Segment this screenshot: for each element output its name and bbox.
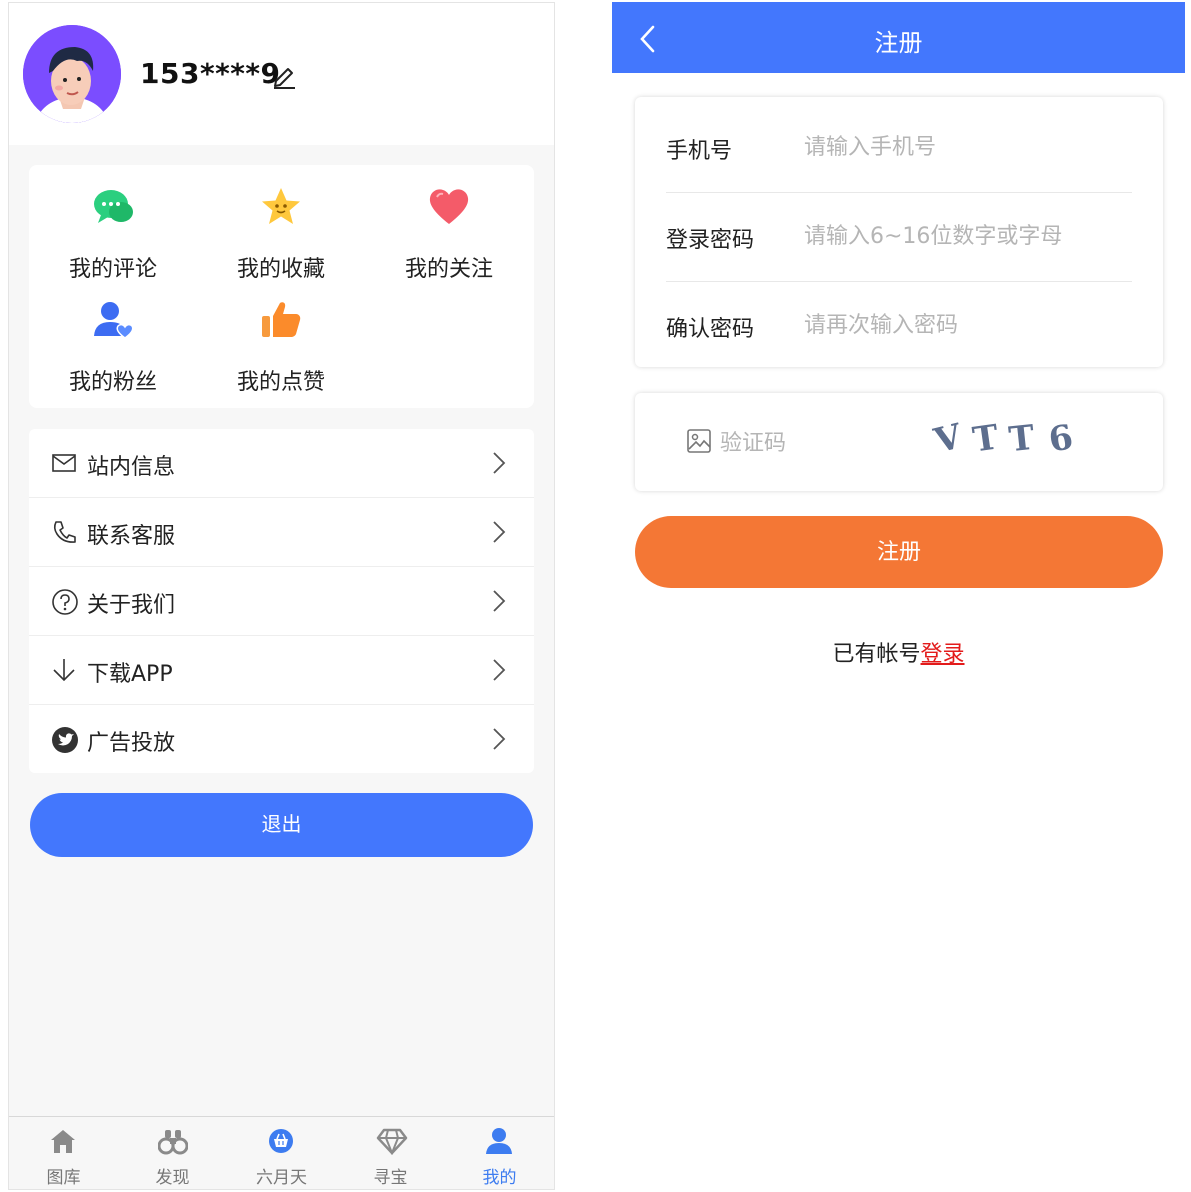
logout-button[interactable]: 退出 — [30, 793, 533, 857]
chat-bubbles-icon — [94, 190, 133, 223]
nav-bar: 注册 — [612, 2, 1185, 73]
confirm-password-row: 确认密码 — [666, 283, 1132, 371]
tab-discover[interactable]: 发现 — [118, 1117, 227, 1189]
login-prompt: 已有帐号登录 — [612, 636, 1185, 668]
shortcut-label: 我的粉丝 — [68, 370, 157, 395]
chevron-right-icon — [491, 658, 507, 686]
captcha-char: V — [930, 416, 966, 462]
menu-item-advertising[interactable]: 广告投放 — [29, 705, 534, 774]
star-icon — [262, 188, 300, 224]
menu-item-about-us[interactable]: 关于我们 — [29, 567, 534, 636]
register-form: 手机号 登录密码 确认密码 — [635, 97, 1163, 367]
confirm-password-label: 确认密码 — [666, 317, 755, 342]
phone-icon — [51, 519, 77, 549]
shortcut-my-likes[interactable]: 我的点赞 — [197, 278, 365, 395]
password-input[interactable] — [804, 216, 1124, 256]
shortcut-grid: 我的评论 我的收藏 我的关注 我的粉丝 我的点赞 — [29, 165, 534, 408]
menu-item-label: 关于我们 — [87, 593, 176, 618]
menu-item-label: 下载APP — [87, 662, 173, 687]
tab-label: 发现 — [155, 1168, 190, 1188]
avatar-illustration — [23, 25, 121, 123]
download-arrow-icon — [51, 657, 77, 687]
captcha-input[interactable] — [720, 423, 920, 463]
phone-input[interactable] — [804, 127, 1124, 167]
shortcut-my-fans[interactable]: 我的粉丝 — [29, 278, 197, 395]
menu-item-label: 联系客服 — [87, 524, 176, 549]
tab-treasure[interactable]: 寻宝 — [336, 1117, 445, 1189]
image-icon — [686, 428, 712, 458]
captcha-char: T — [1006, 417, 1037, 461]
user-heart-icon — [94, 302, 134, 339]
tab-june-sky[interactable]: 六月天 — [227, 1117, 336, 1189]
password-label: 登录密码 — [666, 228, 755, 253]
thumbs-up-icon — [262, 302, 301, 337]
home-icon — [51, 1130, 75, 1153]
confirm-password-input[interactable] — [804, 305, 1124, 345]
shortcut-my-comments[interactable]: 我的评论 — [29, 165, 197, 282]
chevron-right-icon — [491, 727, 507, 755]
question-circle-icon — [51, 588, 79, 620]
shortcut-my-follows[interactable]: 我的关注 — [365, 165, 533, 282]
shortcut-my-favorites[interactable]: 我的收藏 — [197, 165, 365, 282]
tab-label: 六月天 — [256, 1168, 307, 1188]
profile-header: 153****9 — [9, 3, 554, 145]
person-icon — [486, 1128, 512, 1154]
tab-gallery[interactable]: 图库 — [9, 1117, 118, 1189]
menu-item-label: 广告投放 — [87, 731, 176, 756]
tab-label: 我的 — [482, 1168, 517, 1188]
mail-icon — [51, 450, 77, 480]
chevron-right-icon — [491, 520, 507, 548]
menu-item-label: 站内信息 — [87, 455, 176, 480]
chevron-right-icon — [491, 451, 507, 479]
shortcut-label: 我的关注 — [404, 257, 493, 282]
tab-label: 图库 — [46, 1168, 81, 1188]
captcha-char: T — [970, 417, 1001, 461]
register-screen: 注册 手机号 登录密码 确认密码 V T T 6 注册 已有帐号登录 — [612, 2, 1185, 1190]
tab-label: 寻宝 — [373, 1168, 408, 1188]
diamond-icon — [376, 1128, 408, 1155]
binoculars-icon — [158, 1130, 188, 1155]
profile-screen: 153****9 我的评论 我的收藏 我的关注 我的粉丝 我的点赞 站内信息 联… — [8, 2, 555, 1190]
shortcut-label: 我的点赞 — [236, 370, 325, 395]
menu-item-messages[interactable]: 站内信息 — [29, 429, 534, 498]
register-button[interactable]: 注册 — [635, 516, 1163, 588]
captcha-char: 6 — [1045, 417, 1076, 461]
tab-mine[interactable]: 我的 — [445, 1117, 554, 1189]
basket-icon — [269, 1129, 293, 1153]
twitter-bird-icon — [51, 726, 79, 758]
phone-label: 手机号 — [666, 139, 733, 164]
menu-item-customer-service[interactable]: 联系客服 — [29, 498, 534, 567]
menu-item-download-app[interactable]: 下载APP — [29, 636, 534, 705]
chevron-right-icon — [491, 589, 507, 617]
settings-menu: 站内信息 联系客服 关于我们 下载APP 广告投放 — [29, 429, 534, 773]
captcha-image[interactable]: V T T 6 — [931, 415, 1085, 465]
avatar[interactable] — [23, 25, 121, 123]
pencil-icon[interactable] — [271, 65, 297, 95]
login-link[interactable]: 登录 — [921, 642, 965, 667]
captcha-row: V T T 6 — [635, 393, 1163, 491]
username: 153****9 — [140, 57, 281, 90]
have-account-text: 已有帐号 — [832, 642, 921, 667]
bottom-tab-bar: 图库 发现 六月天 寻宝 我的 — [9, 1116, 554, 1189]
heart-icon — [429, 189, 469, 224]
password-row: 登录密码 — [666, 194, 1132, 282]
phone-row: 手机号 — [666, 105, 1132, 193]
page-title: 注册 — [874, 29, 923, 57]
